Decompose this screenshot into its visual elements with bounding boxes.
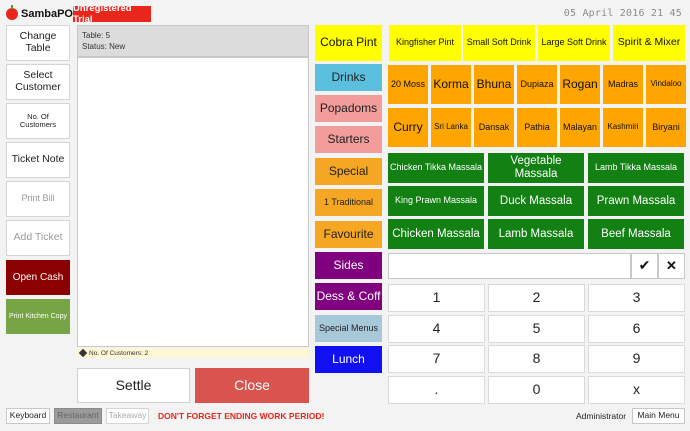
item-korma[interactable]: Korma	[431, 65, 471, 104]
ticket-note-button[interactable]: Ticket Note	[6, 142, 70, 178]
item-sri-lanka[interactable]: Sri Lanka	[431, 108, 471, 147]
numpad-key-5[interactable]: 5	[488, 315, 585, 343]
item-chicken-massala[interactable]: Chicken Massala	[388, 219, 484, 249]
category-drinks[interactable]: Drinks	[315, 64, 382, 91]
tomato-icon	[6, 5, 18, 20]
numpad-key-4[interactable]: 4	[388, 315, 485, 343]
numpad-key-3[interactable]: 3	[588, 284, 685, 312]
category-special[interactable]: Special	[315, 158, 382, 185]
item-small-soft-drink[interactable]: Small Soft Drink	[463, 25, 535, 61]
close-button[interactable]: Close	[195, 368, 309, 403]
item-curry[interactable]: Curry	[388, 108, 428, 147]
item-bhuna[interactable]: Bhuna	[474, 65, 514, 104]
print-bill-button[interactable]: Print Bill	[6, 181, 70, 217]
numpad-key-7[interactable]: 7	[388, 345, 485, 373]
item-biryani[interactable]: Biryani	[646, 108, 686, 147]
item-pathia[interactable]: Pathia	[517, 108, 557, 147]
item-king-prawn-massala[interactable]: King Prawn Massala	[388, 186, 484, 216]
item-duck-massala[interactable]: Duck Massala	[488, 186, 584, 216]
item-20-moss[interactable]: 20 Moss	[388, 65, 428, 104]
numpad-key-6[interactable]: 6	[588, 315, 685, 343]
clock: 05 April 2016 21 45	[563, 8, 682, 19]
keyboard-button[interactable]: Keyboard	[6, 408, 50, 424]
print-kitchen-copy-button[interactable]: Print Kitchen Copy	[6, 299, 70, 334]
check-icon: ✔	[638, 257, 651, 274]
numpad-key-8[interactable]: 8	[488, 345, 585, 373]
add-ticket-button[interactable]: Add Ticket	[6, 220, 70, 256]
numpad-key-0[interactable]: 0	[488, 376, 585, 404]
ticket-status: Status: New	[82, 42, 126, 52]
select-customer-button[interactable]: Select Customer	[6, 64, 70, 100]
item-kashmiri[interactable]: Kashmiri	[603, 108, 643, 147]
close-icon: ✕	[666, 257, 677, 273]
numpad-key-2[interactable]: 2	[488, 284, 585, 312]
no-of-customers-button[interactable]: No. Of Customers	[6, 103, 70, 139]
numpad-key-9[interactable]: 9	[588, 345, 685, 373]
item-beef-massala[interactable]: Beef Massala	[588, 219, 684, 249]
item-kingfisher-pint[interactable]: Kingfisher Pint	[389, 25, 461, 61]
item-vindaloo[interactable]: Vindaloo	[646, 65, 686, 104]
item-lamb-massala[interactable]: Lamb Massala	[488, 219, 584, 249]
category-favourite[interactable]: Favourite	[315, 221, 382, 248]
ticket-header: Table: 5 Status: New	[77, 25, 309, 57]
open-cash-button[interactable]: Open Cash	[6, 260, 70, 295]
ticket-table: Table: 5	[82, 31, 111, 40]
item-dansak[interactable]: Dansak	[474, 108, 514, 147]
item-dupiaza[interactable]: Dupiaza	[517, 65, 557, 104]
item-spirit-and-mixer[interactable]: Spirit & Mixer	[613, 25, 685, 61]
item-prawn-massala[interactable]: Prawn Massala	[588, 186, 684, 216]
item-rogan[interactable]: Rogan	[560, 65, 600, 104]
current-user: Administrator	[576, 411, 627, 421]
numpad-confirm-button[interactable]: ✔	[631, 253, 658, 279]
customers-count-note: No. Of Customers: 2	[89, 349, 149, 357]
category-special-menus[interactable]: Special Menus	[315, 315, 382, 342]
work-period-warning: DON'T FORGET ENDING WORK PERIOD!	[158, 411, 325, 421]
numpad-key-1[interactable]: 1	[388, 284, 485, 312]
item-vegetable-massala[interactable]: Vegetable Massala	[488, 153, 584, 183]
tag-icon	[78, 348, 88, 358]
ticket-orders-list[interactable]	[77, 57, 309, 347]
ticket-footer: No. Of Customers: 2	[77, 348, 309, 358]
numpad-input[interactable]	[388, 253, 631, 279]
item-cobra-pint[interactable]: Cobra Pint	[315, 25, 382, 61]
app-name: SambaPOS	[21, 8, 81, 20]
item-lamb-tikka-massala[interactable]: Lamb Tikka Massala	[588, 153, 684, 183]
trial-badge: Unregistered Trial	[73, 3, 151, 25]
takeaway-button[interactable]: Takeaway	[106, 408, 149, 424]
item-madras[interactable]: Madras	[603, 65, 643, 104]
category-1-traditional[interactable]: 1 Traditional	[315, 189, 382, 216]
category-sides[interactable]: Sides	[315, 252, 382, 279]
numpad-clear-button[interactable]: ✕	[658, 253, 685, 279]
item-large-soft-drink[interactable]: Large Soft Drink	[538, 25, 610, 61]
restaurant-button[interactable]: Restaurant	[54, 408, 102, 424]
sambapos-logo: SambaPOS	[6, 5, 81, 22]
item-malayan[interactable]: Malayan	[560, 108, 600, 147]
category-popadoms[interactable]: Popadoms	[315, 95, 382, 122]
numpad-key-dot[interactable]: .	[388, 376, 485, 404]
category-dess-and-coff[interactable]: Dess & Coff	[315, 283, 382, 310]
numpad-key-x[interactable]: x	[588, 376, 685, 404]
change-table-button[interactable]: Change Table	[6, 25, 70, 61]
item-chicken-tikka-massala[interactable]: Chicken Tikka Massala	[388, 153, 484, 183]
category-starters[interactable]: Starters	[315, 126, 382, 153]
category-lunch[interactable]: Lunch	[315, 346, 382, 373]
main-menu-button[interactable]: Main Menu	[632, 408, 685, 424]
settle-button[interactable]: Settle	[77, 368, 190, 403]
